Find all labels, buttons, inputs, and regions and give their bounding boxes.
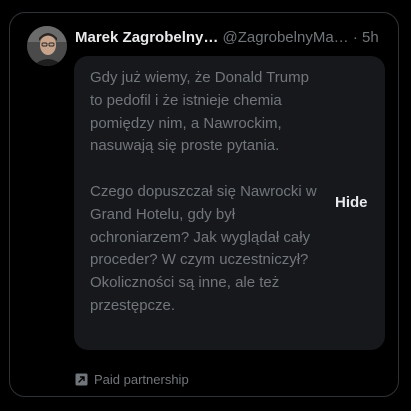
paid-partnership-text: Paid partnership [94, 371, 189, 387]
post-content-bubble: Gdy już wiemy, że Donald Trump to pedofi… [74, 56, 385, 350]
paid-partnership-label: Paid partnership [75, 370, 189, 388]
post-timestamp[interactable]: 5h [362, 29, 379, 46]
avatar-image [27, 26, 67, 66]
separator-dot: · [352, 29, 358, 46]
post-card[interactable]: Marek Zagrobelny… @ZagrobelnyMa… · 5h Gd… [9, 12, 399, 397]
post-text: Gdy już wiemy, że Donald Trump to pedofi… [90, 69, 317, 314]
author-handle[interactable]: @ZagrobelnyMa… [223, 29, 349, 46]
hide-button[interactable]: Hide [335, 193, 368, 213]
arrow-up-right-square-icon [75, 373, 88, 386]
author-name[interactable]: Marek Zagrobelny… [75, 29, 218, 46]
post-header: Marek Zagrobelny… @ZagrobelnyMa… · 5h [75, 28, 385, 48]
avatar[interactable] [27, 26, 67, 66]
